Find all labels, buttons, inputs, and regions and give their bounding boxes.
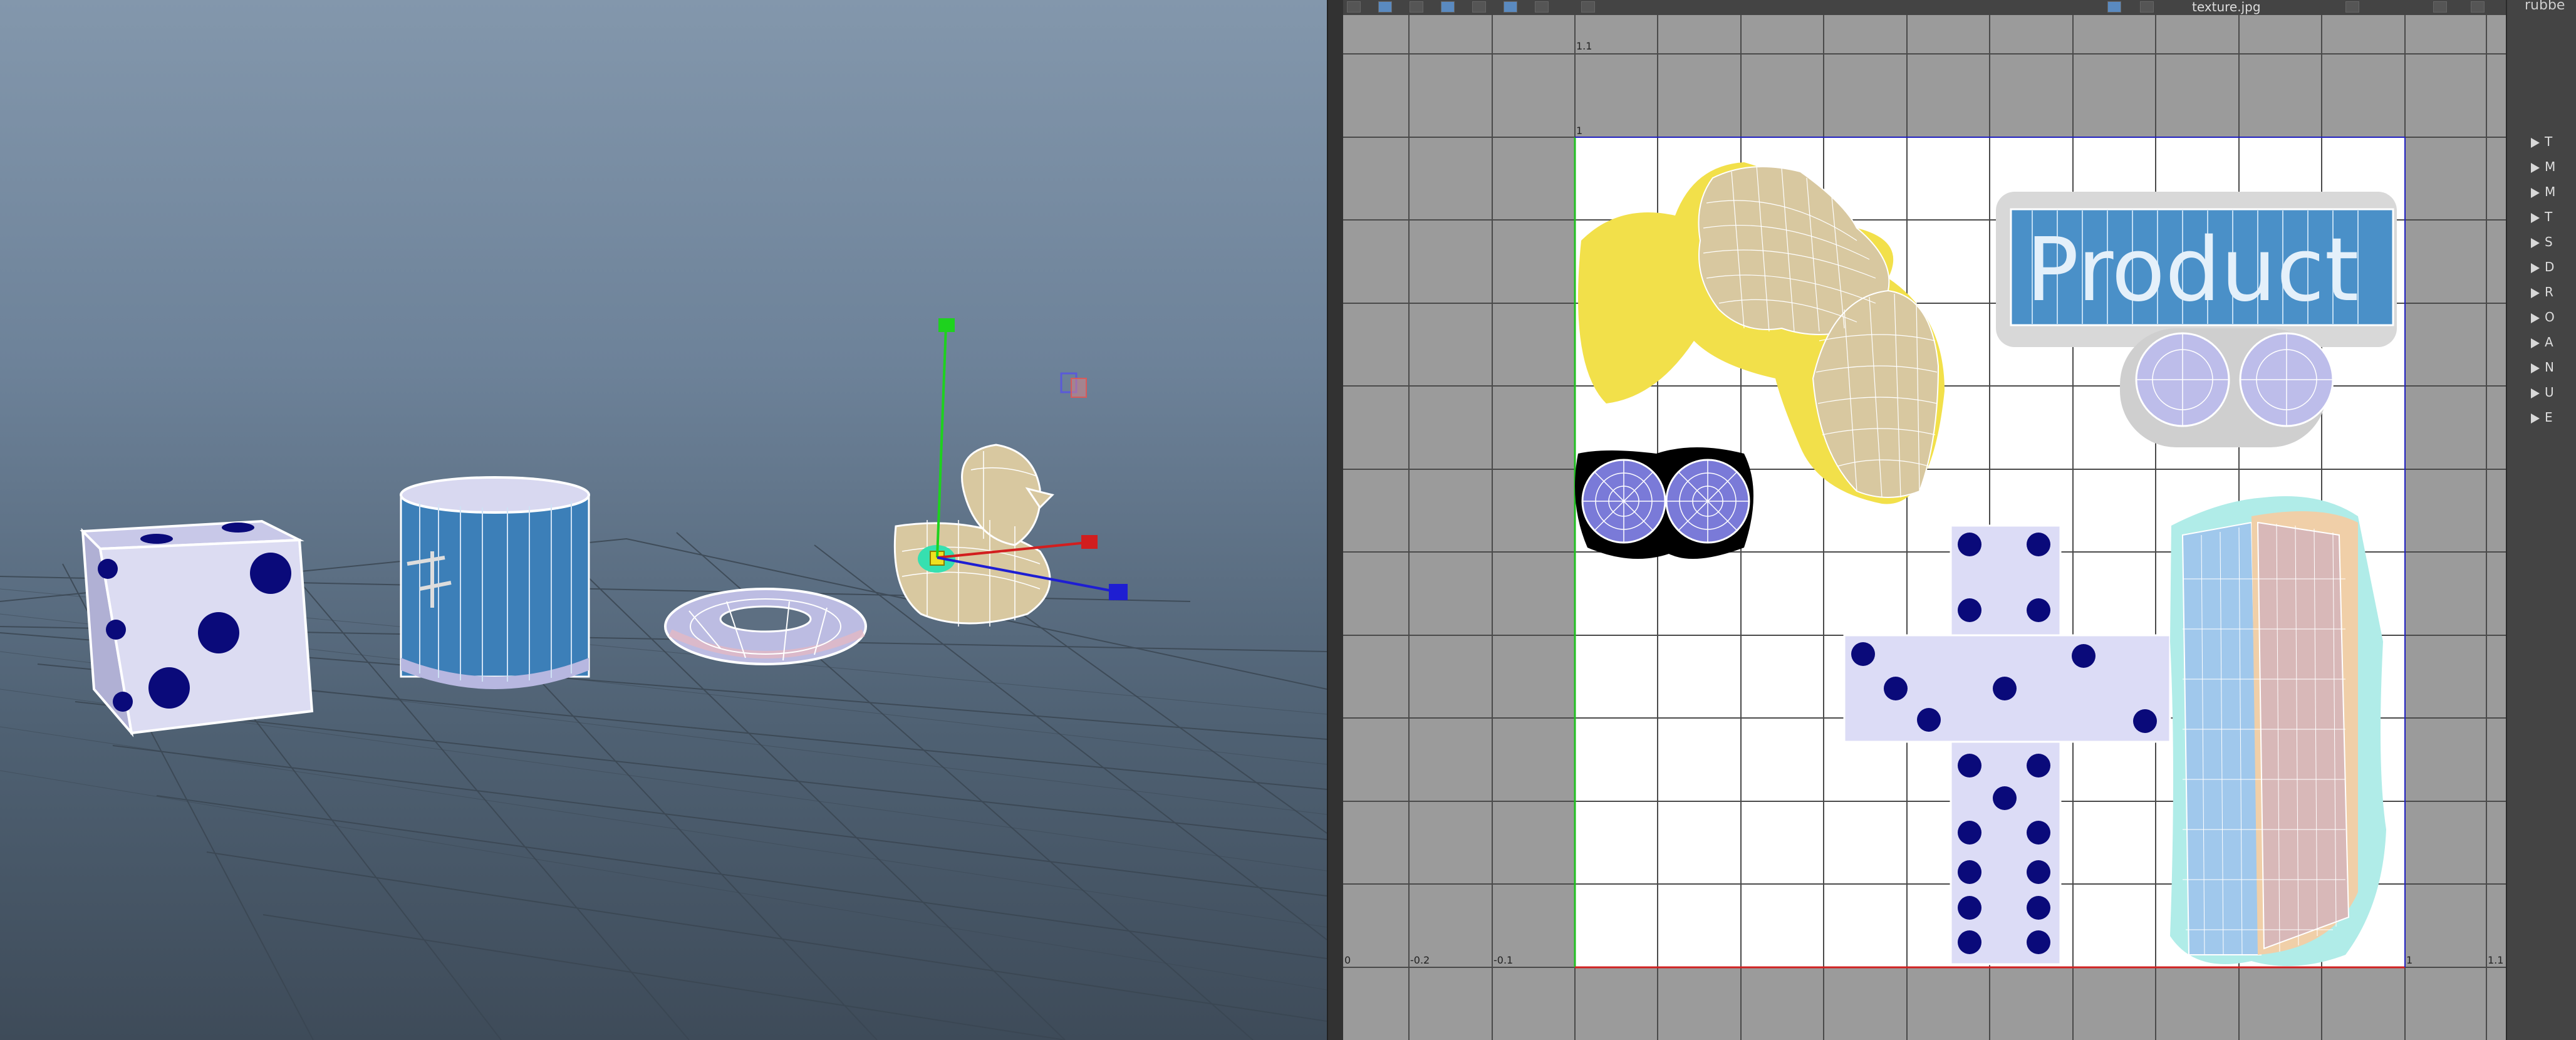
expand-arrow-icon[interactable] bbox=[2531, 238, 2540, 248]
attr-section[interactable]: E bbox=[2531, 407, 2576, 429]
uv-tick-label: -0.2 bbox=[1410, 954, 1430, 966]
expand-arrow-icon[interactable] bbox=[2531, 213, 2540, 223]
dice-object[interactable] bbox=[80, 519, 314, 737]
expand-arrow-icon[interactable] bbox=[2531, 413, 2540, 424]
uv-tick-label: 1 bbox=[1576, 125, 1582, 137]
expand-arrow-icon[interactable] bbox=[2531, 313, 2540, 323]
attr-section[interactable]: T bbox=[2531, 132, 2576, 153]
y-axis-handle[interactable] bbox=[938, 318, 955, 332]
expand-arrow-icon[interactable] bbox=[2531, 338, 2540, 348]
torus-object[interactable] bbox=[664, 588, 867, 665]
cylinder-object[interactable] bbox=[400, 476, 590, 689]
uv-tool-icon[interactable] bbox=[2471, 1, 2485, 13]
attr-section[interactable]: T bbox=[2531, 207, 2576, 228]
attr-section[interactable]: D bbox=[2531, 257, 2576, 278]
duck-object[interactable] bbox=[893, 444, 1054, 627]
uv-tool-icon[interactable] bbox=[1378, 1, 1392, 13]
uv-editor-panel[interactable]: texture.jpg Product 1.1 1 0 -0.2 -0.1 1 … bbox=[1343, 0, 2506, 1040]
uv-tick-label: 1.1 bbox=[2488, 954, 2503, 966]
attr-section[interactable]: R bbox=[2531, 282, 2576, 303]
product-label-text: Product bbox=[2026, 219, 2359, 321]
node-name[interactable]: rubbe bbox=[2525, 0, 2565, 13]
expand-arrow-icon[interactable] bbox=[2531, 138, 2540, 148]
attr-section[interactable]: M bbox=[2531, 157, 2576, 178]
uv-tool-icon[interactable] bbox=[1472, 1, 1486, 13]
camera-icon[interactable] bbox=[1581, 1, 1595, 13]
uv-tool-icon[interactable] bbox=[2433, 1, 2447, 13]
attribute-panel: rubbe T M M T S D R O A N U E bbox=[2506, 0, 2576, 1040]
uv-tick-label: 1 bbox=[2406, 954, 2412, 966]
attr-section[interactable]: N bbox=[2531, 357, 2576, 378]
uv-canvas[interactable]: Product 1.1 1 0 -0.2 -0.1 1 1.1 bbox=[1343, 15, 2506, 1040]
uv-tool-icon[interactable] bbox=[1410, 1, 1423, 13]
eyes-uv-shells[interactable] bbox=[1575, 447, 1753, 559]
expand-arrow-icon[interactable] bbox=[2531, 163, 2540, 173]
uv-tick-label: -0.1 bbox=[1493, 954, 1513, 966]
image-toggle-icon[interactable] bbox=[2107, 1, 2121, 13]
expand-arrow-icon[interactable] bbox=[2531, 288, 2540, 298]
uv-tick-label: 1.1 bbox=[1576, 40, 1592, 52]
uv-toolbar: texture.jpg bbox=[1343, 0, 2506, 16]
checker-icon[interactable] bbox=[2140, 1, 2154, 13]
uv-tool-icon[interactable] bbox=[1347, 1, 1361, 13]
viewport-3d[interactable] bbox=[0, 0, 1327, 1040]
uv-tool-icon[interactable] bbox=[2345, 1, 2359, 13]
uv-tick-label: 0 bbox=[1344, 954, 1351, 966]
attr-section[interactable]: M bbox=[2531, 182, 2576, 203]
expand-arrow-icon[interactable] bbox=[2531, 388, 2540, 398]
viewport-scene[interactable] bbox=[0, 0, 1327, 1040]
cylinder-uv-shell[interactable] bbox=[2170, 496, 2386, 966]
expand-arrow-icon[interactable] bbox=[2531, 363, 2540, 373]
uv-tool-icon[interactable] bbox=[1504, 1, 1517, 13]
uv-tool-icon[interactable] bbox=[1441, 1, 1455, 13]
expand-arrow-icon[interactable] bbox=[2531, 188, 2540, 198]
x-axis-handle[interactable] bbox=[1081, 535, 1098, 549]
expand-arrow-icon[interactable] bbox=[2531, 263, 2540, 273]
attr-section[interactable]: U bbox=[2531, 382, 2576, 403]
uv-tool-icon[interactable] bbox=[1535, 1, 1549, 13]
texture-name[interactable]: texture.jpg bbox=[2192, 0, 2261, 14]
attr-section[interactable]: A bbox=[2531, 332, 2576, 353]
attr-section[interactable]: O bbox=[2531, 307, 2576, 328]
attr-section[interactable]: S bbox=[2531, 232, 2576, 253]
z-axis-handle[interactable] bbox=[1109, 584, 1128, 600]
